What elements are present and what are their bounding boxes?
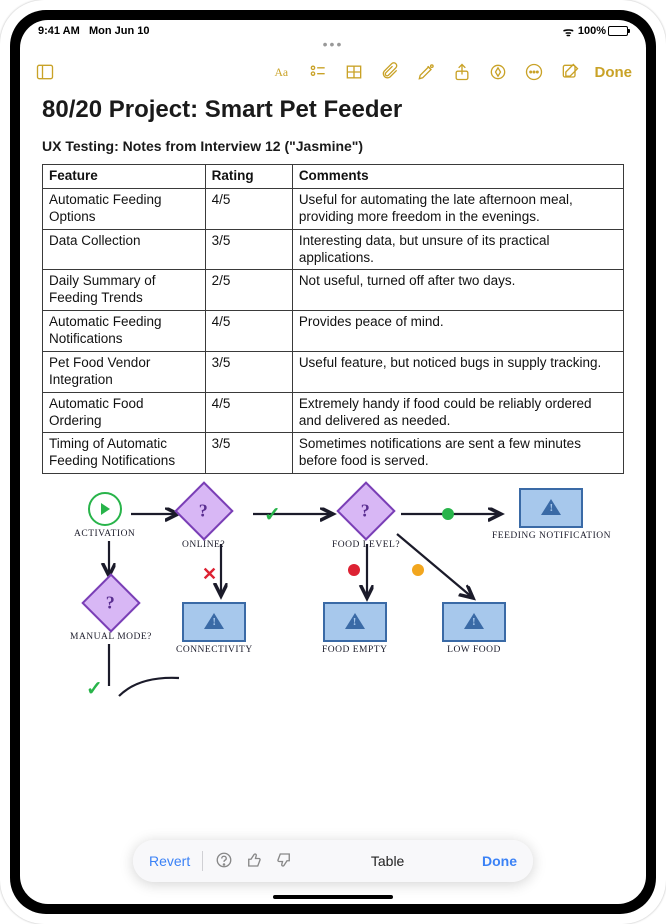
share-icon[interactable] xyxy=(451,61,473,83)
check-icon-2: ✓ xyxy=(86,676,103,701)
status-time: 9:41 AM xyxy=(38,25,80,37)
home-indicator[interactable] xyxy=(273,895,393,899)
node-manual-mode: ? Manual Mode? xyxy=(70,582,152,642)
status-right: ᯤ 100% xyxy=(563,23,628,40)
warning-icon xyxy=(204,613,224,631)
note-toolbar: Aa Done xyxy=(20,52,646,92)
cell-feature[interactable]: Automatic Feeding Options xyxy=(43,188,206,229)
cell-comments[interactable]: Interesting data, but unsure of its prac… xyxy=(292,229,623,270)
done-button[interactable]: Done xyxy=(595,64,633,81)
attachment-icon[interactable] xyxy=(379,61,401,83)
cell-feature[interactable]: Timing of Automatic Feeding Notification… xyxy=(43,433,206,474)
cell-comments[interactable]: Sometimes notifications are sent a few m… xyxy=(292,433,623,474)
link-icon[interactable] xyxy=(487,61,509,83)
cell-comments[interactable]: Extremely handy if food could be reliabl… xyxy=(292,392,623,433)
thumbs-up-icon[interactable] xyxy=(245,851,263,872)
divider xyxy=(202,851,203,871)
node-feeding-notification: Feeding Notification xyxy=(492,488,611,541)
table-row[interactable]: Data Collection3/5Interesting data, but … xyxy=(43,229,624,270)
report-icon[interactable] xyxy=(215,851,233,872)
cell-comments[interactable]: Not useful, turned off after two days. xyxy=(292,270,623,311)
status-left: 9:41 AM Mon Jun 10 xyxy=(38,25,149,37)
cell-feature[interactable]: Automatic Feeding Notifications xyxy=(43,311,206,352)
note-title[interactable]: 80/20 Project: Smart Pet Feeder xyxy=(42,96,624,124)
compose-icon[interactable] xyxy=(559,61,581,83)
cell-rating[interactable]: 3/5 xyxy=(205,351,292,392)
cell-rating[interactable]: 2/5 xyxy=(205,270,292,311)
table-row[interactable]: Pet Food Vendor Integration3/5Useful fea… xyxy=(43,351,624,392)
warning-icon xyxy=(541,499,561,517)
battery-icon xyxy=(608,26,628,36)
table-insert-icon[interactable] xyxy=(343,61,365,83)
wifi-icon: ᯤ xyxy=(563,23,574,40)
cell-feature[interactable]: Pet Food Vendor Integration xyxy=(43,351,206,392)
revert-button[interactable]: Revert xyxy=(149,853,190,869)
header-comments[interactable]: Comments xyxy=(292,165,623,189)
battery-percent: 100% xyxy=(578,25,606,37)
cell-rating[interactable]: 3/5 xyxy=(205,229,292,270)
cell-feature[interactable]: Data Collection xyxy=(43,229,206,270)
thumbs-down-icon[interactable] xyxy=(275,851,293,872)
node-food-level: ? Food Level? xyxy=(332,490,400,550)
more-icon[interactable] xyxy=(523,61,545,83)
screen: 9:41 AM Mon Jun 10 ᯤ 100% ••• Aa xyxy=(20,20,646,904)
status-date: Mon Jun 10 xyxy=(89,25,150,37)
device-frame: 9:41 AM Mon Jun 10 ᯤ 100% ••• Aa xyxy=(0,0,666,924)
markup-pen-icon[interactable] xyxy=(415,61,437,83)
cell-comments[interactable]: Provides peace of mind. xyxy=(292,311,623,352)
device-bezel: 9:41 AM Mon Jun 10 ᯤ 100% ••• Aa xyxy=(10,10,656,914)
table-header-row: Feature Rating Comments xyxy=(43,165,624,189)
cell-feature[interactable]: Daily Summary of Feeding Trends xyxy=(43,270,206,311)
node-connectivity: Connectivity xyxy=(176,602,253,655)
popup-done-button[interactable]: Done xyxy=(482,853,517,869)
cell-comments[interactable]: Useful feature, but noticed bugs in supp… xyxy=(292,351,623,392)
suggestion-bar: Revert Table Done xyxy=(133,840,533,882)
cell-rating[interactable]: 4/5 xyxy=(205,311,292,352)
table-row[interactable]: Automatic Food Ordering4/5Extremely hand… xyxy=(43,392,624,433)
cell-rating[interactable]: 4/5 xyxy=(205,188,292,229)
node-online: ? Online? xyxy=(182,490,225,550)
header-rating[interactable]: Rating xyxy=(205,165,292,189)
multitask-dots[interactable]: ••• xyxy=(20,42,646,52)
feedback-table[interactable]: Feature Rating Comments Automatic Feedin… xyxy=(42,164,624,474)
node-low-food: Low Food xyxy=(442,602,506,655)
sidebar-toggle-icon[interactable] xyxy=(34,61,56,83)
check-icon: ✓ xyxy=(264,502,281,527)
note-content[interactable]: 80/20 Project: Smart Pet Feeder UX Testi… xyxy=(20,92,646,904)
cell-rating[interactable]: 4/5 xyxy=(205,392,292,433)
node-activation: Activation xyxy=(74,492,135,539)
warning-icon xyxy=(345,613,365,631)
table-row[interactable]: Automatic Feeding Options4/5Useful for a… xyxy=(43,188,624,229)
flowchart-sketch[interactable]: Activation ? Online? ✓ ✕ ? Food Level? F… xyxy=(42,486,624,716)
table-row[interactable]: Timing of Automatic Feeding Notification… xyxy=(43,433,624,474)
note-subtitle[interactable]: UX Testing: Notes from Interview 12 ("Ja… xyxy=(42,138,624,154)
table-row[interactable]: Daily Summary of Feeding Trends2/5Not us… xyxy=(43,270,624,311)
suggestion-label: Table xyxy=(293,853,482,869)
cell-rating[interactable]: 3/5 xyxy=(205,433,292,474)
header-feature[interactable]: Feature xyxy=(43,165,206,189)
warning-icon xyxy=(464,613,484,631)
text-format-icon[interactable]: Aa xyxy=(271,61,293,83)
play-icon xyxy=(101,503,110,515)
x-icon: ✕ xyxy=(202,564,218,585)
cell-comments[interactable]: Useful for automating the late afternoon… xyxy=(292,188,623,229)
svg-text:Aa: Aa xyxy=(274,66,288,79)
battery-indicator: 100% xyxy=(578,25,628,37)
table-row[interactable]: Automatic Feeding Notifications4/5Provid… xyxy=(43,311,624,352)
checklist-icon[interactable] xyxy=(307,61,329,83)
node-food-empty: Food Empty xyxy=(322,602,387,655)
cell-feature[interactable]: Automatic Food Ordering xyxy=(43,392,206,433)
